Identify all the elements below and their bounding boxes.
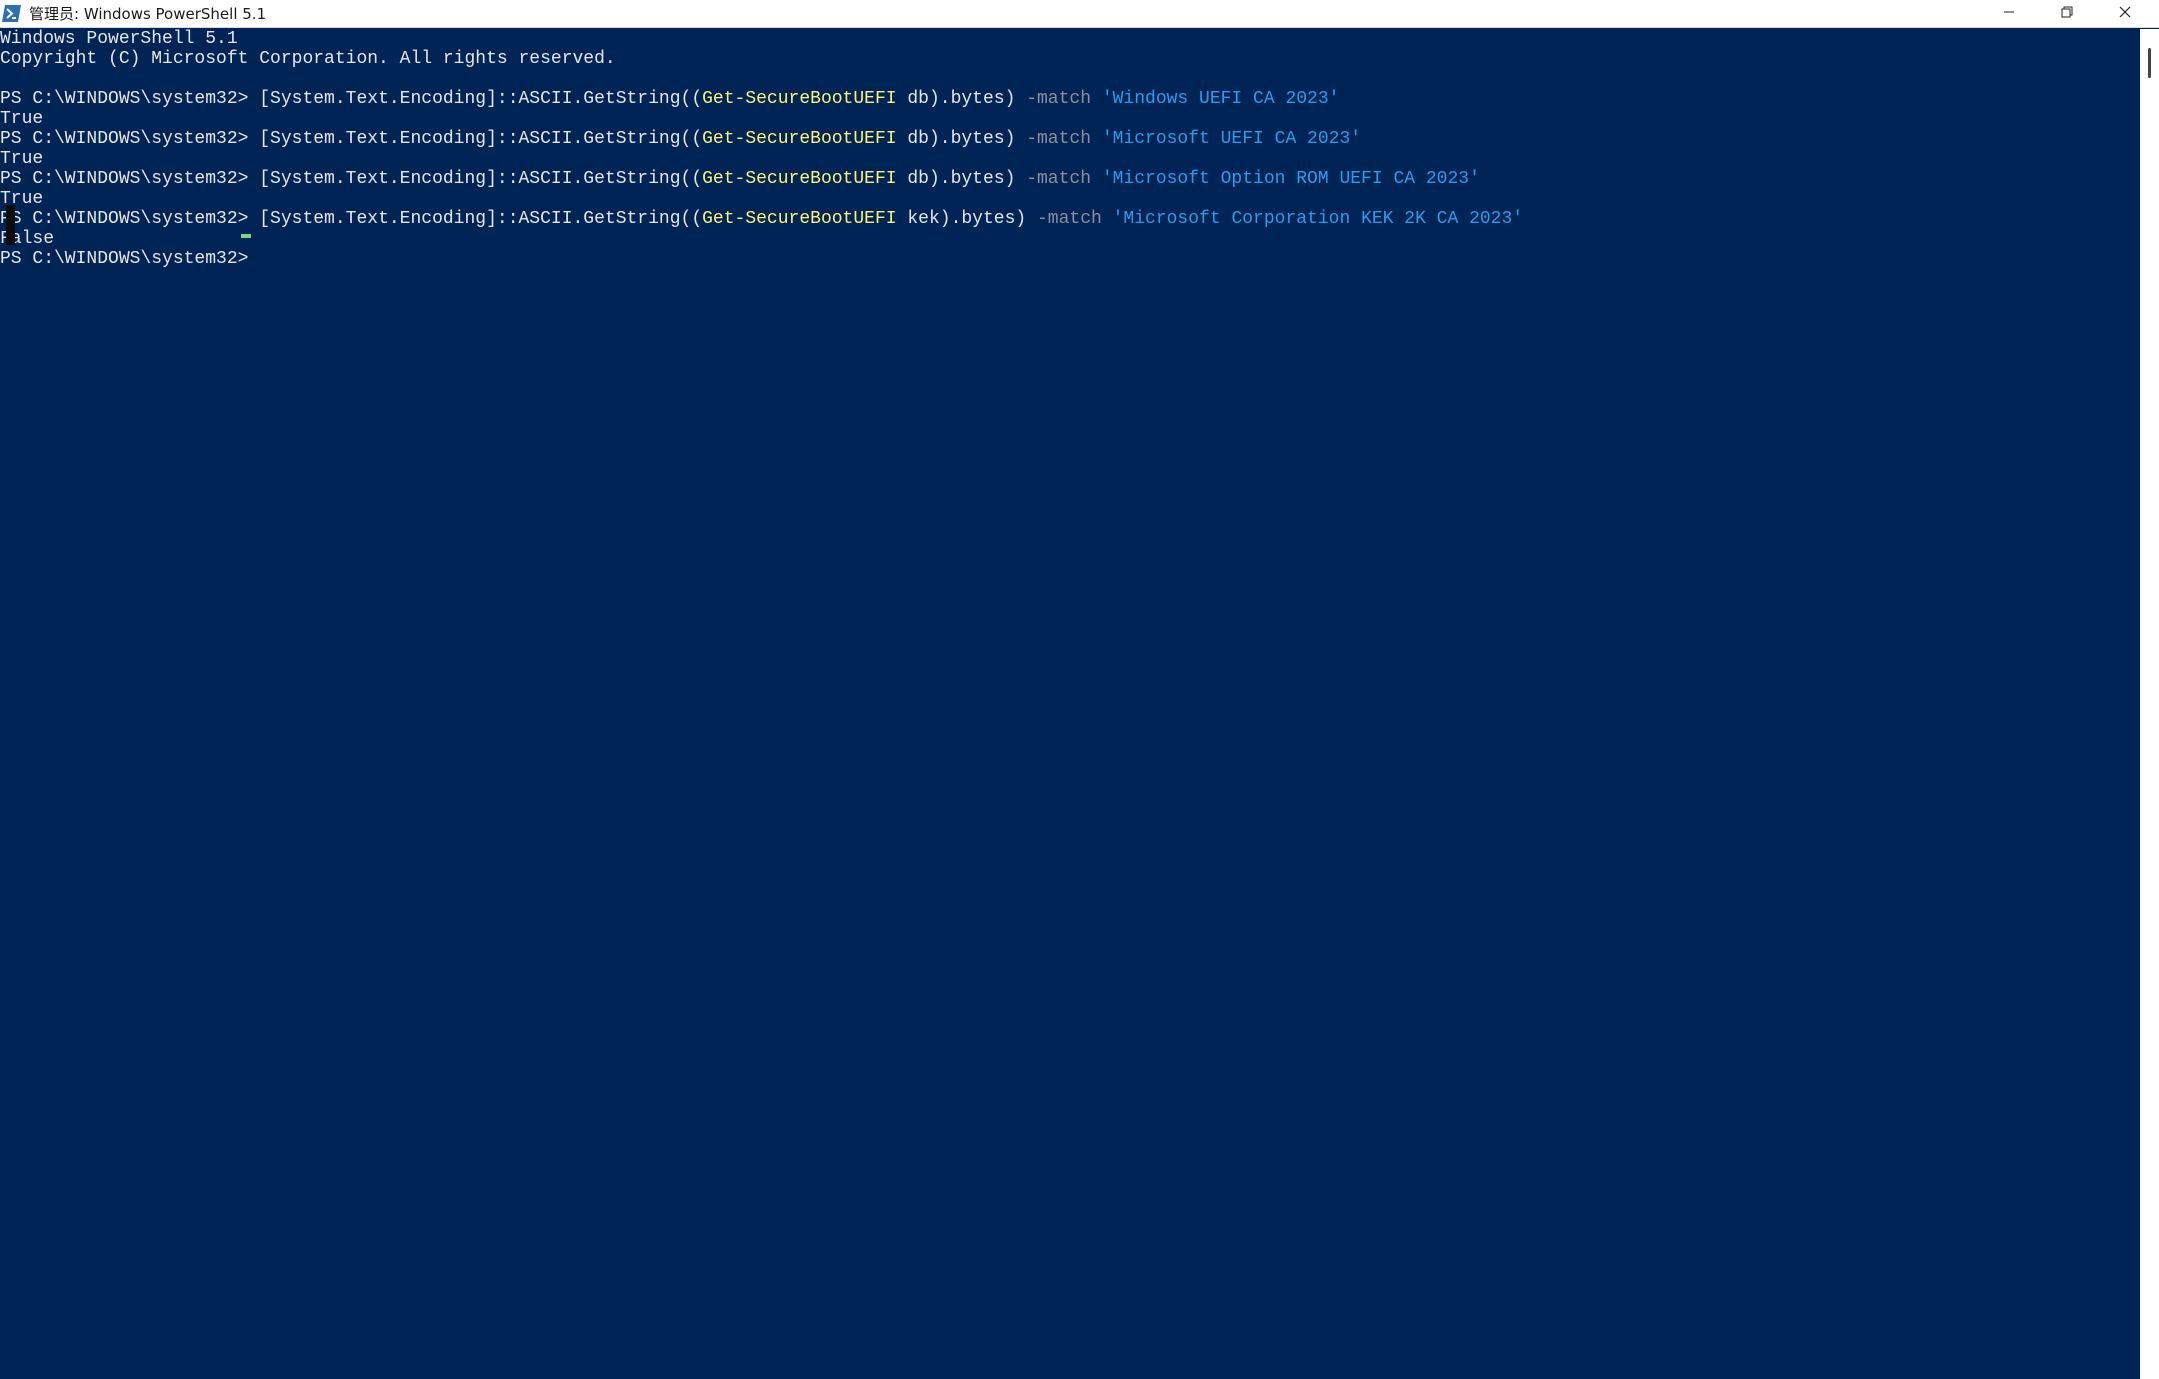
console-text-txt	[1091, 129, 1102, 149]
console-text-txt: [System.Text.Encoding]::ASCII.GetString(…	[259, 209, 703, 229]
console-text-op: -match	[1026, 89, 1091, 109]
console-line: PS C:\WINDOWS\system32> [System.Text.Enc…	[0, 209, 1523, 229]
console-text-txt: kek).bytes)	[896, 209, 1037, 229]
selection-marker	[6, 205, 15, 225]
console-text-txt: PS C:\WINDOWS\system32>	[0, 249, 260, 269]
console-text-txt: PS C:\WINDOWS\system32>	[0, 169, 260, 189]
selection-marker	[6, 225, 15, 245]
console-text-txt: Windows PowerShell 5.1	[0, 29, 238, 49]
console-line: PS C:\WINDOWS\system32> [System.Text.Enc…	[0, 89, 1339, 109]
console-output[interactable]: Windows PowerShell 5.1 Copyright (C) Micr…	[0, 29, 2140, 1379]
console-line: PS C:\WINDOWS\system32> [System.Text.Enc…	[0, 129, 1361, 149]
console-text-txt: db).bytes)	[896, 89, 1027, 109]
console-line: Copyright (C) Microsoft Corporation. All…	[0, 49, 616, 69]
minimize-icon	[2003, 5, 2015, 23]
console-text-op: -match	[1026, 129, 1091, 149]
console-text-txt: Copyright (C) Microsoft Corporation. All…	[0, 49, 616, 69]
console-text-str: 'Microsoft Corporation KEK 2K CA 2023'	[1112, 209, 1524, 229]
console-line: True	[0, 149, 43, 169]
close-icon	[2119, 5, 2131, 23]
title-bar[interactable]: 管理员: Windows PowerShell 5.1	[0, 0, 2159, 28]
console-text-txt: PS C:\WINDOWS\system32>	[0, 129, 260, 149]
restore-button[interactable]	[2038, 0, 2096, 28]
console-text-txt	[1102, 209, 1113, 229]
console-text-str: 'Microsoft UEFI CA 2023'	[1101, 129, 1362, 149]
console-text-op: -match	[1026, 169, 1091, 189]
console-line: True	[0, 109, 43, 129]
text-cursor	[241, 234, 251, 238]
console-text-txt: db).bytes)	[896, 129, 1027, 149]
minimize-button[interactable]	[1980, 0, 2038, 28]
console-line: PS C:\WINDOWS\system32>	[0, 249, 259, 269]
console-line: PS C:\WINDOWS\system32> [System.Text.Enc…	[0, 169, 1480, 189]
console-text-txt: db).bytes)	[896, 169, 1027, 189]
console-text-txt: PS C:\WINDOWS\system32>	[0, 209, 260, 229]
console-text-op: -match	[1037, 209, 1102, 229]
powershell-icon	[2, 4, 21, 23]
console-text-txt: True	[0, 149, 44, 169]
console-text-cmd: Get-SecureBootUEFI	[702, 89, 897, 109]
console-text-cmd: Get-SecureBootUEFI	[702, 129, 897, 149]
console-text-txt: [System.Text.Encoding]::ASCII.GetString(…	[259, 169, 703, 189]
console-text-txt: [System.Text.Encoding]::ASCII.GetString(…	[259, 89, 703, 109]
window-title: 管理员: Windows PowerShell 5.1	[29, 5, 267, 23]
close-button[interactable]	[2096, 0, 2154, 28]
console-text-txt: PS C:\WINDOWS\system32>	[0, 89, 260, 109]
console-text-txt: [System.Text.Encoding]::ASCII.GetString(…	[259, 129, 703, 149]
console-line: Windows PowerShell 5.1	[0, 29, 238, 49]
console-text-txt	[1091, 169, 1102, 189]
console-text-cmd: Get-SecureBootUEFI	[702, 209, 897, 229]
console-text-txt: True	[0, 109, 44, 129]
console-text-cmd: Get-SecureBootUEFI	[702, 169, 897, 189]
vertical-scrollbar[interactable]	[2140, 29, 2159, 1379]
console-text-txt	[1091, 89, 1102, 109]
console-text-str: 'Windows UEFI CA 2023'	[1101, 89, 1340, 109]
scrollbar-thumb[interactable]	[2148, 48, 2151, 78]
restore-icon	[2061, 5, 2073, 23]
console-text-str: 'Microsoft Option ROM UEFI CA 2023'	[1101, 169, 1480, 189]
